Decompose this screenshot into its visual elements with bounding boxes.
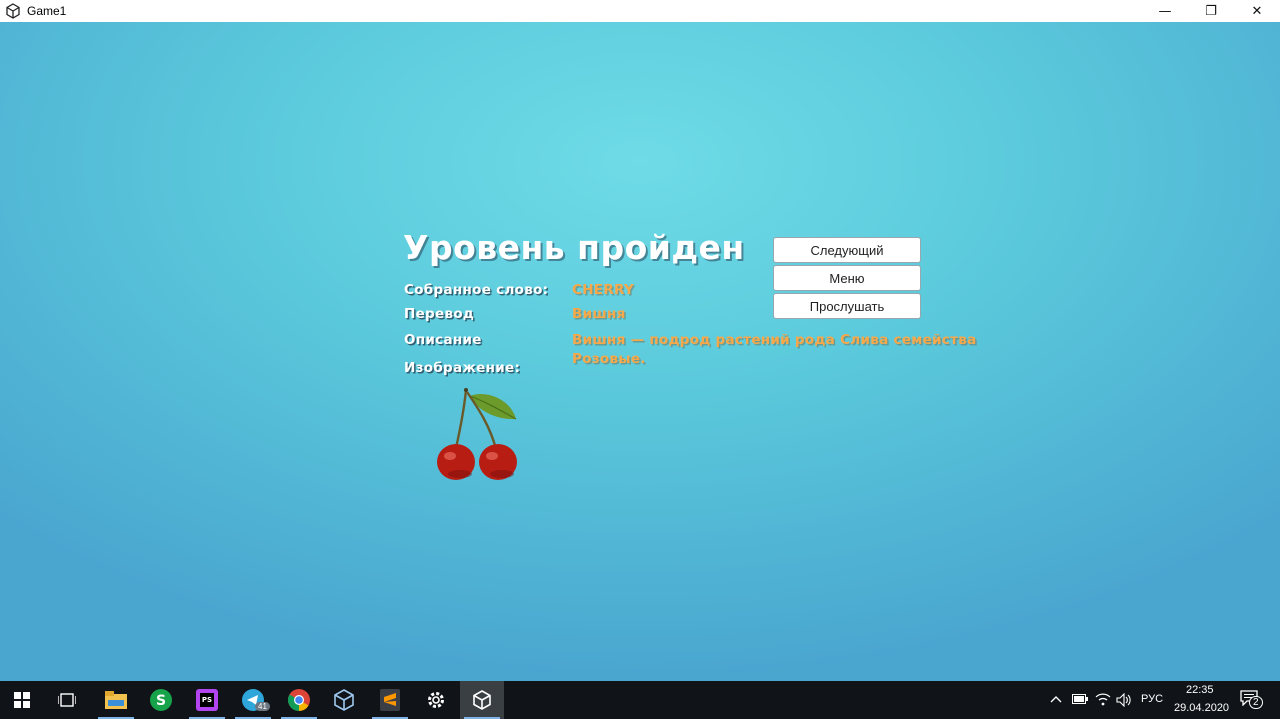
window-title: Game1 bbox=[27, 4, 67, 18]
notification-center-button[interactable]: 2 bbox=[1240, 690, 1263, 710]
windows-start-icon bbox=[14, 692, 30, 708]
svg-text:S: S bbox=[156, 693, 166, 709]
tray-chevron-up-icon[interactable] bbox=[1050, 695, 1062, 703]
game-viewport: Уровень пройден Собранное слово: CHERRY … bbox=[0, 22, 1280, 681]
start-button[interactable] bbox=[0, 681, 44, 719]
chrome-icon bbox=[288, 689, 310, 711]
settings-icon bbox=[428, 692, 444, 708]
task-view-icon bbox=[58, 693, 76, 707]
taskbar-unity[interactable] bbox=[460, 681, 504, 719]
description-value: Вишня — подрод растений рода Слива семей… bbox=[572, 332, 977, 367]
skype-icon: S bbox=[150, 689, 172, 711]
battery-icon[interactable] bbox=[1072, 694, 1088, 704]
telegram-badge: 41 bbox=[255, 702, 270, 711]
virtualbox-icon bbox=[334, 689, 354, 711]
restore-button[interactable]: ❐ bbox=[1188, 0, 1234, 22]
cherry-image bbox=[437, 388, 517, 480]
taskbar-telegram[interactable]: 41 bbox=[231, 681, 275, 719]
image-label: Изображение: bbox=[404, 360, 521, 376]
taskbar-chrome[interactable] bbox=[277, 681, 321, 719]
clock-time[interactable]: 22:35 bbox=[1186, 684, 1214, 696]
taskbar-phpstorm[interactable]: PS bbox=[185, 681, 229, 719]
menu-button[interactable]: Меню bbox=[773, 265, 921, 291]
taskbar-sublime[interactable] bbox=[368, 681, 412, 719]
description-label: Описание bbox=[404, 332, 482, 348]
translation-value: Вишня bbox=[572, 306, 626, 322]
svg-text:PS: PS bbox=[202, 696, 212, 704]
next-button[interactable]: Следующий bbox=[773, 237, 921, 263]
word-label: Собранное слово: bbox=[404, 282, 549, 298]
file-explorer-icon bbox=[105, 691, 127, 709]
volume-icon[interactable] bbox=[1116, 693, 1132, 707]
wifi-icon[interactable] bbox=[1095, 692, 1111, 706]
translation-label: Перевод bbox=[404, 306, 475, 322]
phpstorm-icon: PS bbox=[196, 689, 218, 711]
window-title-bar: Game1 — ❐ ✕ bbox=[0, 0, 1280, 22]
level-complete-heading: Уровень пройден bbox=[403, 228, 745, 267]
close-button[interactable]: ✕ bbox=[1234, 0, 1280, 22]
sublime-text-icon bbox=[380, 689, 400, 711]
taskbar-explorer[interactable] bbox=[94, 681, 138, 719]
taskbar: S PS 41 РУС 22:35 29.04.2020 2 bbox=[0, 681, 1280, 719]
unity-icon bbox=[473, 690, 491, 710]
taskbar-virtualbox[interactable] bbox=[322, 681, 366, 719]
minimize-button[interactable]: — bbox=[1142, 0, 1188, 22]
notification-count: 2 bbox=[1249, 696, 1263, 709]
unity-icon bbox=[6, 3, 20, 19]
clock-date[interactable]: 29.04.2020 bbox=[1174, 702, 1229, 714]
word-value: CHERRY bbox=[572, 282, 635, 298]
taskbar-skype[interactable]: S bbox=[139, 681, 183, 719]
language-indicator[interactable]: РУС bbox=[1141, 693, 1163, 705]
taskbar-settings[interactable] bbox=[414, 681, 458, 719]
task-view-button[interactable] bbox=[45, 681, 89, 719]
listen-button[interactable]: Прослушать bbox=[773, 293, 921, 319]
